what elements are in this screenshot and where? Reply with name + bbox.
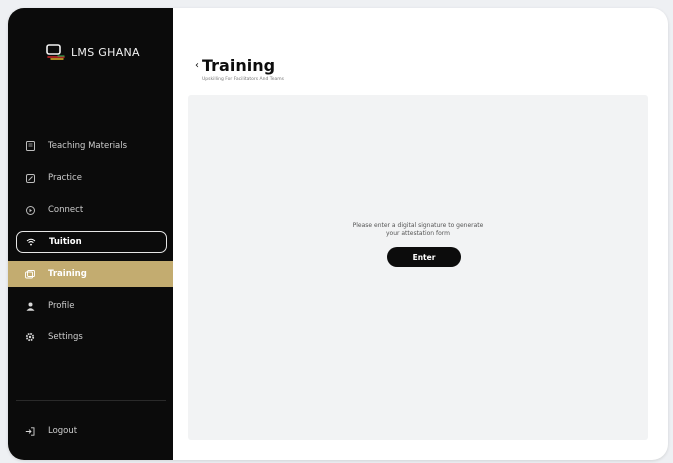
logout-icon bbox=[25, 426, 35, 436]
signature-panel: Please enter a digital signature to gene… bbox=[188, 95, 648, 440]
sidebar-item-label: Connect bbox=[48, 205, 84, 215]
logout-button[interactable]: Logout bbox=[8, 418, 173, 444]
training-icon bbox=[25, 269, 35, 279]
main-content: ‹ Training Upskilling For Facilitators A… bbox=[173, 8, 668, 460]
book-icon bbox=[25, 141, 35, 151]
sidebar-item-settings[interactable]: Settings bbox=[8, 324, 173, 350]
gear-icon bbox=[25, 332, 35, 342]
sidebar-item-label: Settings bbox=[48, 332, 83, 342]
play-icon bbox=[25, 205, 35, 215]
sidebar-item-connect[interactable]: Connect bbox=[8, 197, 173, 223]
prompt-line-1: Please enter a digital signature to gene… bbox=[352, 222, 484, 229]
sidebar-item-label: Profile bbox=[48, 301, 75, 311]
prompt-line-2: your attestation form bbox=[385, 230, 451, 237]
sidebar-item-label: Training bbox=[48, 269, 87, 279]
signature-prompt: Please enter a digital signature to gene… bbox=[188, 222, 648, 238]
sidebar: LMS GHANA Teaching Materials Practice Co… bbox=[8, 8, 173, 460]
pencil-icon bbox=[25, 173, 35, 183]
lms-logo-icon bbox=[46, 44, 65, 60]
chevron-left-icon[interactable]: ‹ bbox=[195, 60, 199, 71]
sidebar-item-practice[interactable]: Practice bbox=[8, 165, 173, 191]
sidebar-item-training[interactable]: Training bbox=[8, 261, 173, 287]
sidebar-divider bbox=[16, 400, 166, 401]
logo-text: LMS GHANA bbox=[71, 45, 140, 59]
sidebar-item-profile[interactable]: Profile bbox=[8, 293, 173, 319]
sidebar-item-label: Teaching Materials bbox=[48, 141, 128, 151]
wifi-icon bbox=[26, 237, 36, 247]
logo: LMS GHANA bbox=[46, 44, 140, 60]
sidebar-item-teaching-materials[interactable]: Teaching Materials bbox=[8, 133, 173, 159]
page-title: Training bbox=[202, 56, 276, 75]
sidebar-item-label: Tuition bbox=[49, 237, 82, 247]
sidebar-item-label: Practice bbox=[48, 173, 82, 183]
sidebar-item-tuition[interactable]: Tuition bbox=[16, 231, 167, 253]
app-window: LMS GHANA Teaching Materials Practice Co… bbox=[8, 8, 668, 460]
enter-button[interactable]: Enter bbox=[387, 247, 461, 267]
user-icon bbox=[25, 301, 35, 311]
logout-label: Logout bbox=[48, 426, 78, 436]
page-subtitle: Upskilling For Facilitators And Teams bbox=[202, 77, 284, 82]
